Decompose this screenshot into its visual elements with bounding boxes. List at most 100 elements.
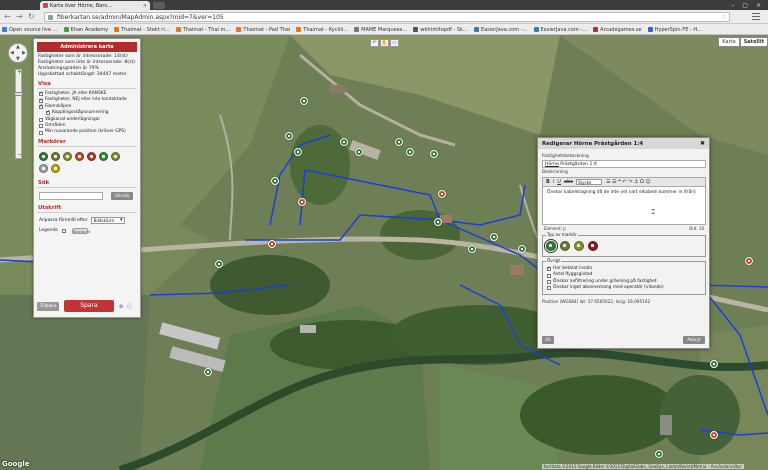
map-marker[interactable]: [518, 245, 526, 253]
bookmark-item[interactable]: EasierJava.com -…: [532, 24, 592, 33]
undo-tool-icon[interactable]: ↶: [370, 39, 379, 47]
bookmark-item[interactable]: Open source live …: [0, 24, 62, 33]
marker-type-icon[interactable]: [39, 151, 48, 161]
legend-toggle[interactable]: Skicka ut: [71, 227, 90, 234]
map-marker[interactable]: [268, 240, 276, 248]
window-controls[interactable]: – ▢ ×: [731, 2, 764, 9]
marker-type-icon[interactable]: [75, 151, 84, 161]
rectangle-tool-icon[interactable]: ▭: [390, 39, 399, 47]
map-marker[interactable]: [745, 257, 753, 265]
marker-type-option-icon[interactable]: [588, 241, 598, 251]
zoom-handle[interactable]: [14, 92, 23, 96]
map-marker[interactable]: [434, 218, 442, 226]
strike-button[interactable]: abc: [564, 179, 573, 185]
italic-button[interactable]: I: [553, 179, 554, 185]
marker-type-icon[interactable]: [99, 151, 108, 161]
visa-checkbox[interactable]: [39, 103, 43, 109]
map-marker[interactable]: [271, 177, 279, 185]
close-icon[interactable]: ✖: [700, 140, 705, 147]
reload-icon[interactable]: ↻: [28, 12, 35, 21]
legend-checkbox[interactable]: [61, 228, 66, 233]
underline-button[interactable]: U: [557, 179, 561, 185]
map-marker[interactable]: [406, 148, 414, 156]
address-bar[interactable]: fiberkartan.se/admin/MapAdmin.aspx?mid=7…: [44, 12, 730, 22]
map-marker[interactable]: [395, 138, 403, 146]
zoom-in-icon[interactable]: +: [17, 69, 22, 76]
new-tab-button[interactable]: [153, 2, 165, 9]
visa-checkbox[interactable]: [39, 124, 43, 129]
bookmark-item[interactable]: Thaimat - Thai m…: [174, 24, 235, 33]
ok-button[interactable]: Ok: [542, 336, 554, 344]
property-name-field[interactable]: Hörne Prästgården 1:4: [542, 160, 706, 168]
marker-type-option-icon[interactable]: [574, 241, 584, 251]
marker-type-icon[interactable]: [51, 151, 60, 161]
other-checkbox[interactable]: [547, 286, 551, 291]
pan-right-icon[interactable]: ▶: [22, 50, 26, 56]
visa-checkbox[interactable]: [39, 97, 43, 103]
map-marker[interactable]: [655, 450, 663, 458]
tab-close-icon[interactable]: ×: [143, 3, 147, 9]
search-button[interactable]: Sök/sök: [111, 191, 133, 200]
map-marker[interactable]: [298, 198, 306, 206]
map-marker[interactable]: [204, 368, 212, 376]
map-marker[interactable]: [340, 138, 348, 146]
bookmark-item[interactable]: Khan Academy: [62, 24, 113, 33]
map-marker[interactable]: [294, 148, 302, 156]
visa-checkbox[interactable]: [39, 130, 43, 135]
other-checkbox[interactable]: [547, 273, 551, 278]
map-marker[interactable]: [490, 233, 498, 241]
hand-tool-icon[interactable]: ✋: [380, 39, 389, 47]
pan-up-icon[interactable]: ▲: [16, 44, 20, 50]
pan-control[interactable]: ▲ ▼ ◀ ▶: [8, 43, 28, 63]
bookmark-item[interactable]: MAME Marquees…: [352, 24, 411, 33]
map-type-map-button[interactable]: Karta: [718, 37, 740, 47]
print-fit-select[interactable]: Bildskärm: [90, 216, 125, 224]
marker-type-icon[interactable]: [111, 151, 120, 161]
map-marker[interactable]: [285, 132, 293, 140]
bookmark-item[interactable]: wkhtmltopdf - Sk…: [411, 24, 472, 33]
forward-icon[interactable]: →: [16, 12, 23, 21]
map-marker[interactable]: [710, 431, 718, 439]
map-marker[interactable]: [438, 190, 446, 198]
description-editor[interactable]: Önskar kabeldragning då de inte vet vart…: [542, 187, 706, 225]
marker-type-icon[interactable]: [63, 151, 72, 161]
marker-type-icon[interactable]: [87, 151, 96, 161]
zoom-out-icon[interactable]: −: [17, 151, 22, 158]
cancel-button[interactable]: Avbryt: [683, 336, 705, 344]
browser-menu-icon[interactable]: [752, 13, 760, 21]
format-select[interactable]: Stycke: [575, 179, 602, 185]
marker-type-option-icon[interactable]: [560, 241, 570, 251]
bookmark-item[interactable]: EasierJava.com -…: [472, 24, 532, 33]
bookmark-item[interactable]: Thaimat - Pad Thai: [234, 24, 294, 33]
visa-option[interactable]: Min nuvarande position (kräver GPS): [34, 129, 140, 135]
back-button[interactable]: Tillbaka: [37, 301, 59, 311]
map-type-satellite-button[interactable]: Satellit: [739, 37, 768, 47]
back-icon[interactable]: ←: [4, 12, 11, 21]
pan-down-icon[interactable]: ▼: [16, 56, 20, 62]
map-marker[interactable]: [468, 245, 476, 253]
other-option[interactable]: Önskar inget abonnemang med operatör (vi…: [546, 285, 702, 291]
visa-checkbox[interactable]: [39, 90, 43, 97]
map-marker[interactable]: [355, 148, 363, 156]
map-marker[interactable]: [300, 97, 308, 105]
visa-checkbox[interactable]: [46, 109, 50, 116]
pan-left-icon[interactable]: ◀: [10, 50, 14, 56]
bold-button[interactable]: B: [546, 179, 550, 185]
marker-type-icon[interactable]: [51, 163, 60, 173]
search-input[interactable]: [39, 191, 103, 200]
bookmark-star-icon[interactable]: ☆: [721, 13, 727, 21]
bookmark-item[interactable]: Thaimat - Stekt ri…: [112, 24, 174, 33]
map-marker[interactable]: [430, 150, 438, 158]
save-button[interactable]: Spara: [64, 300, 114, 312]
map-marker[interactable]: [215, 260, 223, 268]
zoom-slider[interactable]: + −: [14, 69, 23, 159]
settings-info-icon[interactable]: ⚙ ⓘ: [119, 303, 133, 310]
editor-tool-icons[interactable]: ☰ ☰ ❝ ↶ ↷ ⚓ Ω ☺: [606, 179, 651, 185]
other-checkbox[interactable]: [547, 265, 551, 272]
bookmark-item[interactable]: Arcadegames.se: [591, 24, 646, 33]
map-marker[interactable]: [710, 360, 718, 368]
marker-type-icon[interactable]: [39, 163, 48, 173]
marker-type-option-icon[interactable]: [544, 239, 558, 253]
other-checkbox[interactable]: [547, 280, 551, 285]
bookmark-item[interactable]: Thaimat - Kyckli…: [294, 24, 352, 33]
